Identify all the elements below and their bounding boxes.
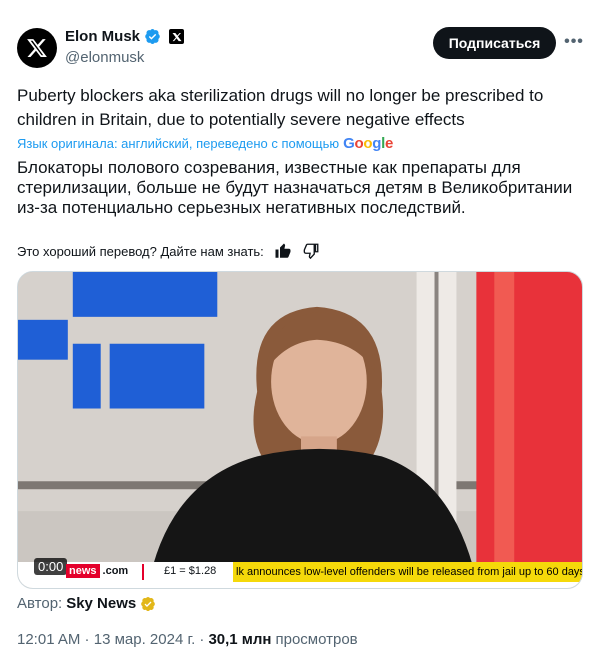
sky-news-label: news <box>66 564 100 578</box>
gold-verified-badge-icon[interactable] <box>140 596 156 612</box>
views-label: просмотров <box>275 631 358 648</box>
display-name[interactable]: Elon Musk <box>65 28 140 45</box>
translation-note-label: Язык оригинала: английский, переведено с… <box>17 136 340 151</box>
source-name[interactable]: Sky News <box>66 595 136 612</box>
view-count: 30,1 млн <box>208 631 272 648</box>
tweet-time[interactable]: 12:01 AM <box>17 631 80 648</box>
subscribe-button[interactable]: Подписаться <box>433 27 556 59</box>
sky-com-label: .com <box>102 565 129 577</box>
ticker-divider <box>142 564 144 580</box>
video-player[interactable]: 0:00 news .com £1 = $1.28 lk announces l… <box>17 271 583 589</box>
google-logo: Google <box>343 135 394 152</box>
ticker-headline: lk announces low-level offenders will be… <box>233 562 582 582</box>
affiliate-x-icon[interactable] <box>169 29 185 44</box>
verified-badge-icon[interactable] <box>144 28 161 45</box>
thumbs-down-icon[interactable] <box>302 242 320 260</box>
tweet-header: Elon Musk @elonmusk Подписаться ••• <box>17 25 583 69</box>
translation-feedback: Это хороший перевод? Дайте нам знать: <box>17 242 320 260</box>
meta-separator: · <box>195 631 205 648</box>
tweet-translated-text: Блокаторы полового созревания, известные… <box>17 158 573 217</box>
video-time-badge: 0:00 <box>34 558 68 575</box>
x-logo-icon <box>27 39 47 57</box>
handle[interactable]: @elonmusk <box>65 49 144 66</box>
tweet-date[interactable]: 13 мар. 2024 г. <box>94 631 196 648</box>
translation-note[interactable]: Язык оригинала: английский, переведено с… <box>17 135 393 152</box>
attribution-prefix: Автор: <box>17 595 63 612</box>
thumbs-up-icon[interactable] <box>274 242 292 260</box>
tweet-original-text: Puberty blockers aka sterilization drugs… <box>17 86 544 129</box>
source-attribution: Автор: Sky News <box>17 595 156 612</box>
more-options-icon[interactable]: ••• <box>563 31 585 53</box>
avatar[interactable] <box>17 28 57 68</box>
tweet-meta: 12:01 AM · 13 мар. 2024 г. · 30,1 млн пр… <box>17 631 358 648</box>
feedback-label: Это хороший перевод? Дайте нам знать: <box>17 243 264 259</box>
fx-rate: £1 = $1.28 <box>164 565 217 577</box>
meta-separator: · <box>80 631 94 648</box>
video-frame <box>18 272 582 588</box>
sky-news-logo: news .com <box>66 564 128 578</box>
name-line: Elon Musk <box>65 28 185 45</box>
